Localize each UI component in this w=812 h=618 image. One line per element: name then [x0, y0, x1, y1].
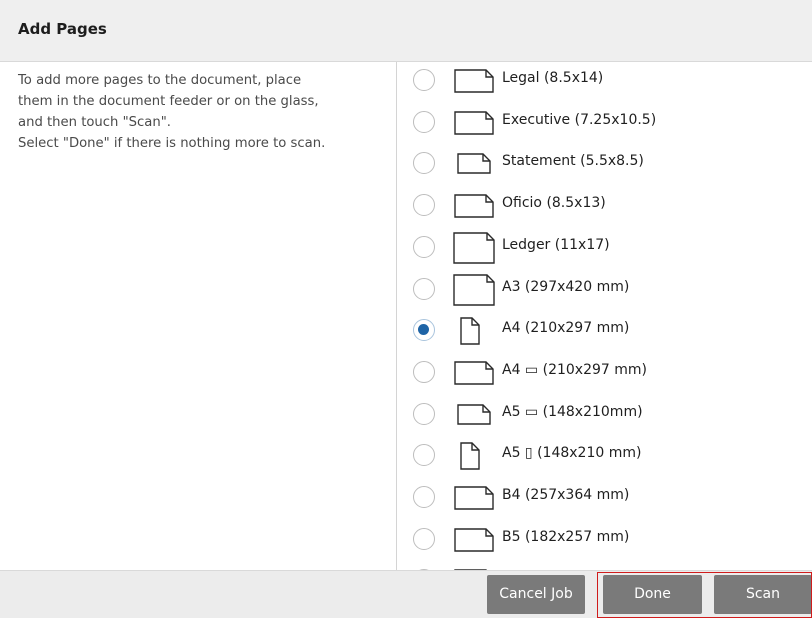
- paper-size-label: Legal (8.5x14): [502, 70, 604, 86]
- paper-size-option[interactable]: Legal (8.5x14): [397, 62, 812, 104]
- paper-size-label: Executive (7.25x10.5): [502, 111, 657, 128]
- paper-size-list[interactable]: Legal (8.5x14) Executive (7.25x10.5) State…: [397, 62, 812, 570]
- large-landscape-page-icon: [453, 273, 495, 306]
- paper-size-label: B4 (257x364 mm): [502, 487, 630, 503]
- instructions-line: Select "Done" if there is nothing more t…: [18, 136, 326, 151]
- paper-size-label: A5 ▭ (148x210mm): [502, 403, 643, 420]
- radio-unselected[interactable]: [413, 527, 435, 550]
- instructions-line: To add more pages to the document, place: [18, 73, 302, 88]
- paper-size-option[interactable]: A4 (210x297 mm): [397, 312, 812, 354]
- radio-unselected[interactable]: [413, 277, 435, 300]
- instructions-line: them in the document feeder or on the gl…: [18, 94, 319, 109]
- radio-unselected[interactable]: [413, 486, 435, 508]
- landscape-page-icon: [454, 361, 494, 385]
- paper-size-option[interactable]: A5 ▭ (148x210mm): [397, 396, 812, 438]
- paper-size-label: Statement (5.5x8.5): [502, 153, 644, 170]
- dialog-header: Add Pages: [0, 0, 812, 62]
- radio-unselected[interactable]: [413, 444, 435, 467]
- large-landscape-page-icon: [453, 232, 495, 264]
- focus-highlight: [597, 572, 812, 618]
- radio-unselected[interactable]: [413, 110, 435, 133]
- paper-size-option[interactable]: A5 ▯ (148x210 mm): [397, 437, 812, 479]
- paper-size-option[interactable]: Oficio (8.5x13): [397, 187, 812, 229]
- landscape-page-icon: [454, 69, 494, 93]
- paper-size-option[interactable]: B5 (182x257 mm): [397, 521, 812, 563]
- radio-unselected[interactable]: [413, 152, 435, 175]
- radio-unselected[interactable]: [413, 402, 435, 425]
- paper-size-label: A4 ▭ (210x297 mm): [502, 361, 647, 378]
- landscape-page-icon: [454, 527, 494, 552]
- paper-size-option[interactable]: Statement (5.5x8.5): [397, 145, 812, 187]
- cancel-job-button[interactable]: Cancel Job: [487, 575, 585, 614]
- paper-size-label: B5 (182x257 mm): [502, 528, 630, 545]
- paper-size-label: Ledger (11x17): [502, 236, 610, 253]
- small-landscape-page-icon: [457, 403, 491, 425]
- paper-size-option[interactable]: [397, 562, 812, 570]
- paper-size-option[interactable]: B4 (257x364 mm): [397, 479, 812, 521]
- landscape-page-icon: [454, 194, 494, 218]
- dialog-title: Add Pages: [18, 20, 107, 38]
- radio-unselected[interactable]: [413, 69, 435, 91]
- radio-selected[interactable]: [413, 319, 435, 342]
- paper-size-label: A5 ▯ (148x210 mm): [502, 445, 642, 462]
- paper-size-option[interactable]: A4 ▭ (210x297 mm): [397, 354, 812, 396]
- paper-size-label: A4 (210x297 mm): [502, 320, 630, 337]
- radio-unselected[interactable]: [413, 360, 435, 383]
- radio-unselected[interactable]: [413, 194, 435, 217]
- paper-size-option[interactable]: A3 (297x420 mm): [397, 271, 812, 313]
- paper-size-option[interactable]: Ledger (11x17): [397, 229, 812, 271]
- small-landscape-page-icon: [457, 153, 491, 175]
- portrait-page-icon: [460, 317, 480, 345]
- instructions-text: To add more pages to the document, place…: [18, 70, 388, 154]
- landscape-page-icon: [454, 486, 494, 510]
- portrait-page-icon: [460, 442, 480, 470]
- paper-size-label: Oficio (8.5x13): [502, 195, 606, 212]
- paper-size-label: A3 (297x420 mm): [502, 278, 630, 295]
- landscape-page-icon: [454, 110, 494, 135]
- footer-bar: Cancel Job Done Scan: [0, 570, 812, 618]
- radio-unselected[interactable]: [413, 235, 435, 258]
- instructions-line: and then touch "Scan".: [18, 115, 171, 130]
- paper-size-option[interactable]: Executive (7.25x10.5): [397, 104, 812, 146]
